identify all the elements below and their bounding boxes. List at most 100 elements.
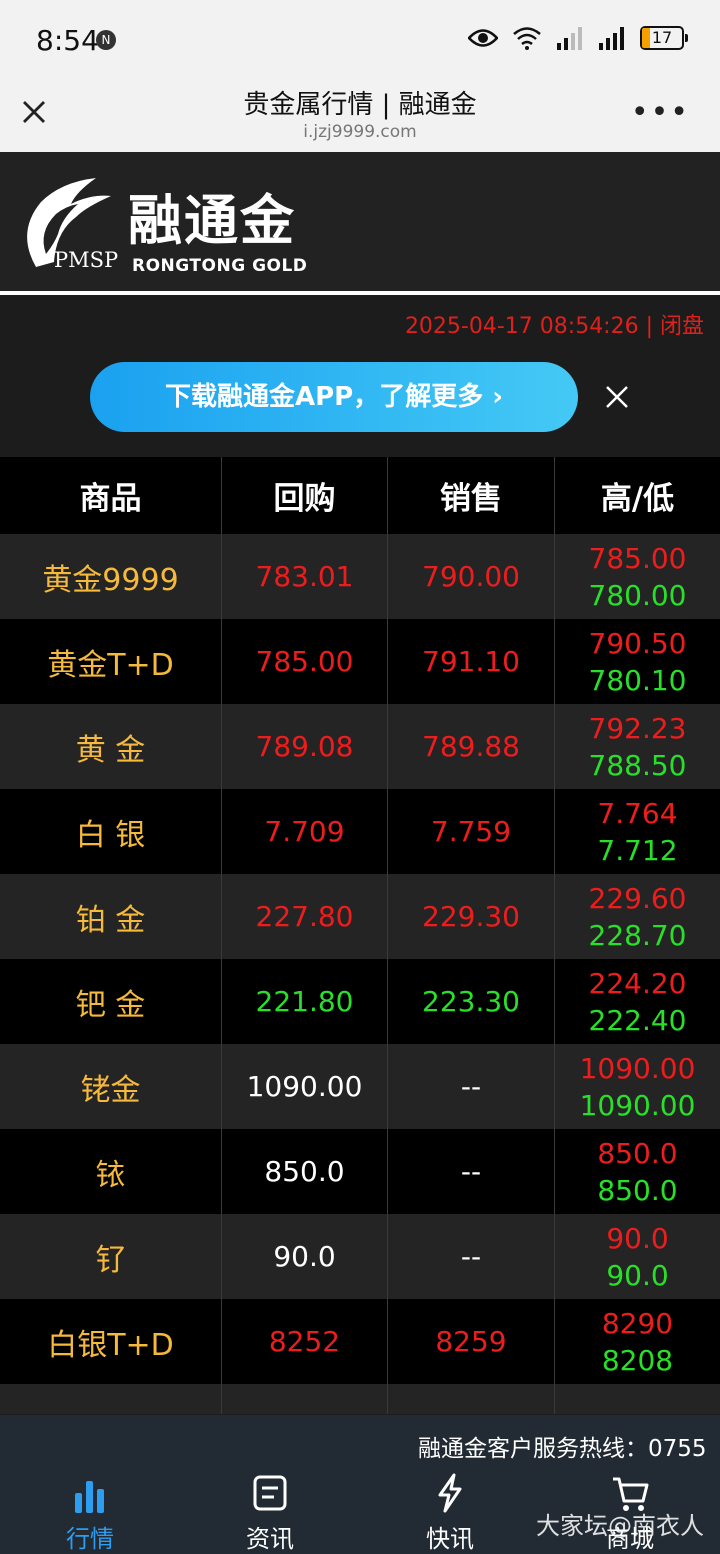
table-row-partial [0, 1384, 720, 1414]
table-row[interactable]: 铂 金 227.80 229.30 229.60 228.70 [0, 874, 720, 959]
high-price: 850.0 [597, 1136, 678, 1170]
sell-price: 8259 [388, 1299, 555, 1384]
site-header: PMSP 融通金 RONGTONG GOLD [0, 152, 720, 295]
sell-price: 791.10 [388, 619, 555, 704]
sell-price: 223.30 [388, 959, 555, 1044]
high-low: 785.00 780.00 [555, 534, 720, 619]
buy-price: 785.00 [222, 619, 388, 704]
more-icon[interactable]: ••• [631, 98, 690, 128]
low-price: 1090.00 [579, 1088, 696, 1122]
lightning-icon [438, 1473, 462, 1513]
product-name: 铑金 [0, 1044, 222, 1129]
logo-cn: 融通金 [128, 189, 296, 252]
empty-cell [0, 1384, 222, 1414]
tab-market[interactable]: 行情 [0, 1465, 180, 1554]
buy-price: 789.08 [222, 704, 388, 789]
market-datetime: 2025-04-17 08:54:26 | 闭盘 [404, 314, 704, 339]
high-low: 7.764 7.712 [555, 789, 720, 874]
status-bar: 8:54 N 17 [0, 0, 720, 78]
high-price: 224.20 [588, 966, 687, 1000]
document-icon [253, 1475, 287, 1511]
high-price: 785.00 [588, 541, 687, 575]
high-price: 229.60 [588, 881, 687, 915]
header-product: 商品 [0, 457, 222, 534]
sell-price: -- [388, 1214, 555, 1299]
signal-icon-2 [599, 27, 624, 50]
status-icons: 17 [468, 26, 688, 50]
price-table: 商品 回购 销售 高/低 黄金9999 783.01 790.00 785.00… [0, 457, 720, 1414]
logo-en: RONGTONG GOLD [132, 256, 308, 276]
empty-cell [222, 1384, 388, 1414]
brand-logo[interactable]: PMSP 融通金 RONGTONG GOLD [16, 172, 316, 276]
product-name: 黄 金 [0, 704, 222, 789]
high-low: 90.0 90.0 [555, 1214, 720, 1299]
logo-pmsp: PMSP [54, 248, 119, 272]
page-url: i.jzj9999.com [303, 122, 417, 142]
sell-price: 789.88 [388, 704, 555, 789]
header-sell: 销售 [388, 457, 555, 534]
download-app-banner[interactable]: 下载融通金APP，了解更多 › [90, 362, 578, 432]
buy-price: 7.709 [222, 789, 388, 874]
watermark: 大家坛@南衣人 [536, 1512, 704, 1540]
banner-close-icon[interactable] [604, 384, 630, 410]
high-low: 1090.00 1090.00 [555, 1044, 720, 1129]
tab-label: 行情 [66, 1525, 114, 1553]
nfc-icon: N [96, 30, 116, 50]
table-row[interactable]: 铱 850.0 -- 850.0 850.0 [0, 1129, 720, 1214]
table-row[interactable]: 黄金9999 783.01 790.00 785.00 780.00 [0, 534, 720, 619]
high-low: 229.60 228.70 [555, 874, 720, 959]
low-price: 780.10 [588, 663, 687, 697]
high-price: 790.50 [588, 626, 687, 660]
low-price: 8208 [601, 1343, 674, 1377]
table-row[interactable]: 铑金 1090.00 -- 1090.00 1090.00 [0, 1044, 720, 1129]
buy-price: 221.80 [222, 959, 388, 1044]
table-row[interactable]: 黄金T+D 785.00 791.10 790.50 780.10 [0, 619, 720, 704]
eye-icon [468, 29, 498, 47]
service-hotline[interactable]: 融通金客户服务热线：0755 [418, 1429, 720, 1463]
tab-label: 资讯 [246, 1525, 294, 1553]
signal-icon-1 [557, 27, 582, 50]
tab-flash[interactable]: 快讯 [360, 1465, 540, 1554]
sell-price: 790.00 [388, 534, 555, 619]
tab-news[interactable]: 资讯 [180, 1465, 360, 1554]
table-row[interactable]: 白 银 7.709 7.759 7.764 7.712 [0, 789, 720, 874]
low-price: 7.712 [597, 833, 678, 867]
table-row[interactable]: 黄 金 789.08 789.88 792.23 788.50 [0, 704, 720, 789]
low-price: 228.70 [588, 918, 687, 952]
high-price: 1090.00 [579, 1051, 696, 1085]
table-row[interactable]: 白银T+D 8252 8259 8290 8208 [0, 1299, 720, 1384]
low-price: 222.40 [588, 1003, 687, 1037]
header-high-low: 高/低 [600, 481, 675, 517]
buy-price: 783.01 [222, 534, 388, 619]
header-buyback: 回购 [222, 457, 388, 534]
sell-price: -- [388, 1129, 555, 1214]
buy-price: 1090.00 [222, 1044, 388, 1129]
browser-navbar: 贵金属行情 | 融通金 i.jzj9999.com ••• [0, 78, 720, 152]
table-row[interactable]: 钌 90.0 -- 90.0 90.0 [0, 1214, 720, 1299]
high-low: 224.20 222.40 [555, 959, 720, 1044]
product-name: 白 银 [0, 789, 222, 874]
tab-label: 快讯 [426, 1525, 474, 1553]
high-price: 7.764 [597, 796, 678, 830]
low-price: 850.0 [597, 1173, 678, 1207]
bar-chart-icon [75, 1481, 104, 1513]
low-price: 90.0 [606, 1258, 669, 1292]
product-name: 铱 [0, 1129, 222, 1214]
empty-cell [388, 1384, 555, 1414]
table-header: 商品 回购 销售 高/低 [0, 457, 720, 534]
high-price: 792.23 [588, 711, 687, 745]
buy-price: 850.0 [222, 1129, 388, 1214]
sell-price: -- [388, 1044, 555, 1129]
product-name: 钌 [0, 1214, 222, 1299]
product-name: 黄金9999 [0, 534, 222, 619]
sell-price: 7.759 [388, 789, 555, 874]
page-title: 贵金属行情 | 融通金 [243, 90, 477, 120]
high-low: 8290 8208 [555, 1299, 720, 1384]
wifi-icon [513, 27, 541, 50]
table-row[interactable]: 钯 金 221.80 223.30 224.20 222.40 [0, 959, 720, 1044]
battery-icon: 17 [640, 26, 688, 50]
product-name: 黄金T+D [0, 619, 222, 704]
empty-cell [555, 1384, 720, 1414]
sell-price: 229.30 [388, 874, 555, 959]
product-name: 铂 金 [0, 874, 222, 959]
